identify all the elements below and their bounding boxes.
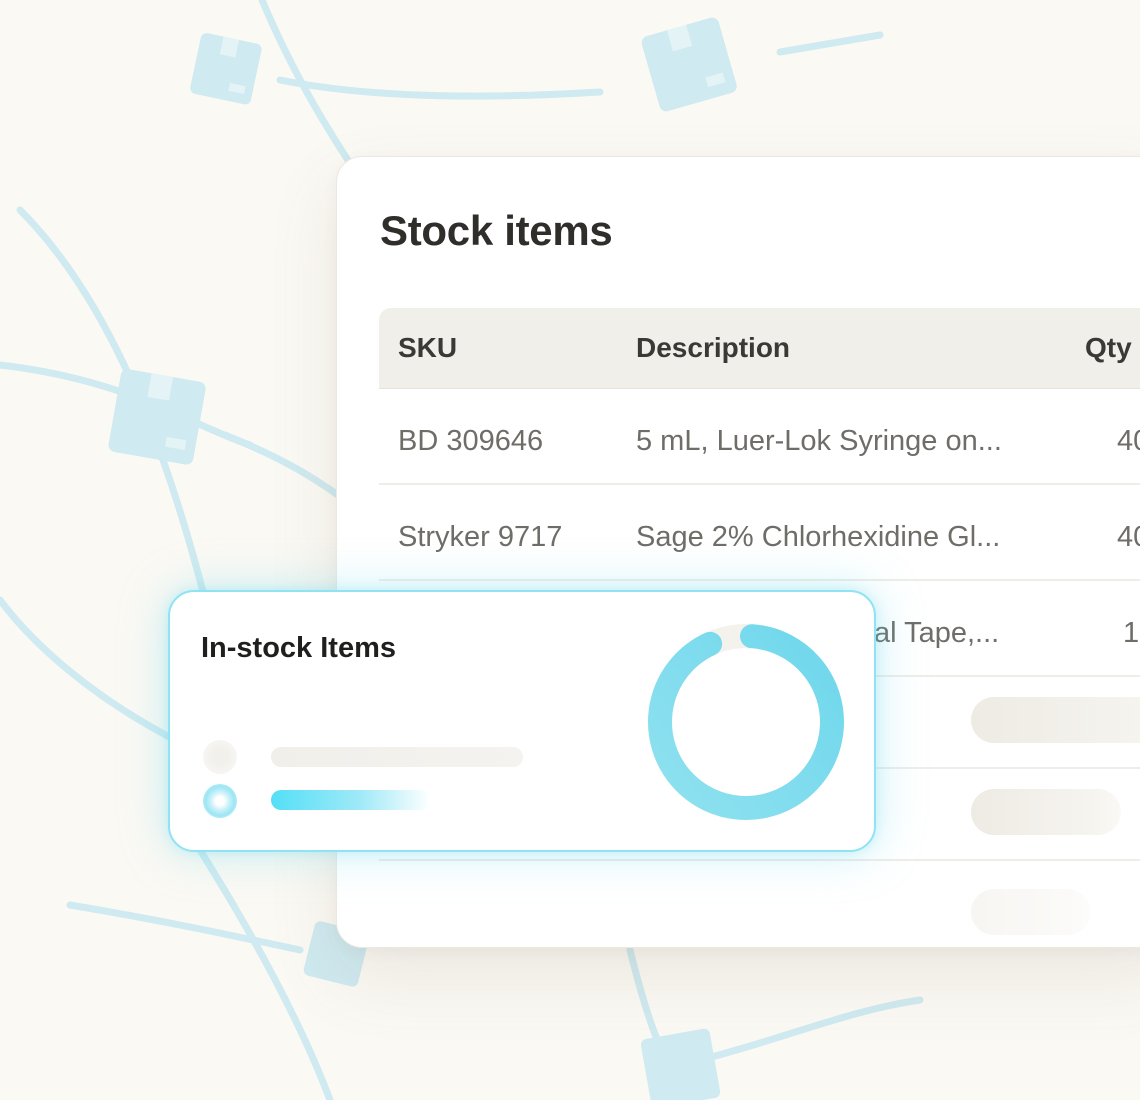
table-row[interactable]: BD 309646 5 mL, Luer-Lok Syringe on... 4… (379, 389, 1140, 485)
in-stock-donut-chart (648, 624, 844, 820)
table-row[interactable]: Stryker 9717 Sage 2% Chlorhexidine Gl...… (379, 485, 1140, 581)
skeleton-pill (971, 697, 1140, 743)
cell-qty: 40 (1117, 521, 1140, 553)
cell-description: Sage 2% Chlorhexidine Gl... (636, 521, 1001, 553)
table-row-placeholder (379, 861, 1140, 947)
column-header-qty[interactable]: Qty (1085, 332, 1132, 364)
legend-dot-accent (203, 784, 237, 818)
cell-qty: 40 (1117, 425, 1140, 457)
column-header-sku[interactable]: SKU (398, 332, 457, 364)
card-title: In-stock Items (201, 632, 396, 664)
table-header: SKU Description Qty (379, 308, 1140, 389)
column-header-description[interactable]: Description (636, 332, 790, 364)
cell-sku: BD 309646 (398, 425, 544, 457)
skeleton-pill (971, 889, 1091, 935)
cell-sku: Stryker 9717 (398, 521, 563, 553)
skeleton-pill (971, 789, 1121, 835)
cell-qty: 15 (1123, 617, 1140, 649)
cell-description: al Tape,... (874, 617, 1000, 649)
legend-dot-muted (203, 740, 237, 774)
cell-description: 5 mL, Luer-Lok Syringe on... (636, 425, 1002, 457)
page-title: Stock items (380, 207, 613, 254)
in-stock-items-card[interactable]: In-stock Items (168, 590, 876, 852)
legend-bar-muted (271, 747, 523, 767)
legend-bar-accent (271, 790, 431, 810)
donut-arc (648, 624, 844, 820)
